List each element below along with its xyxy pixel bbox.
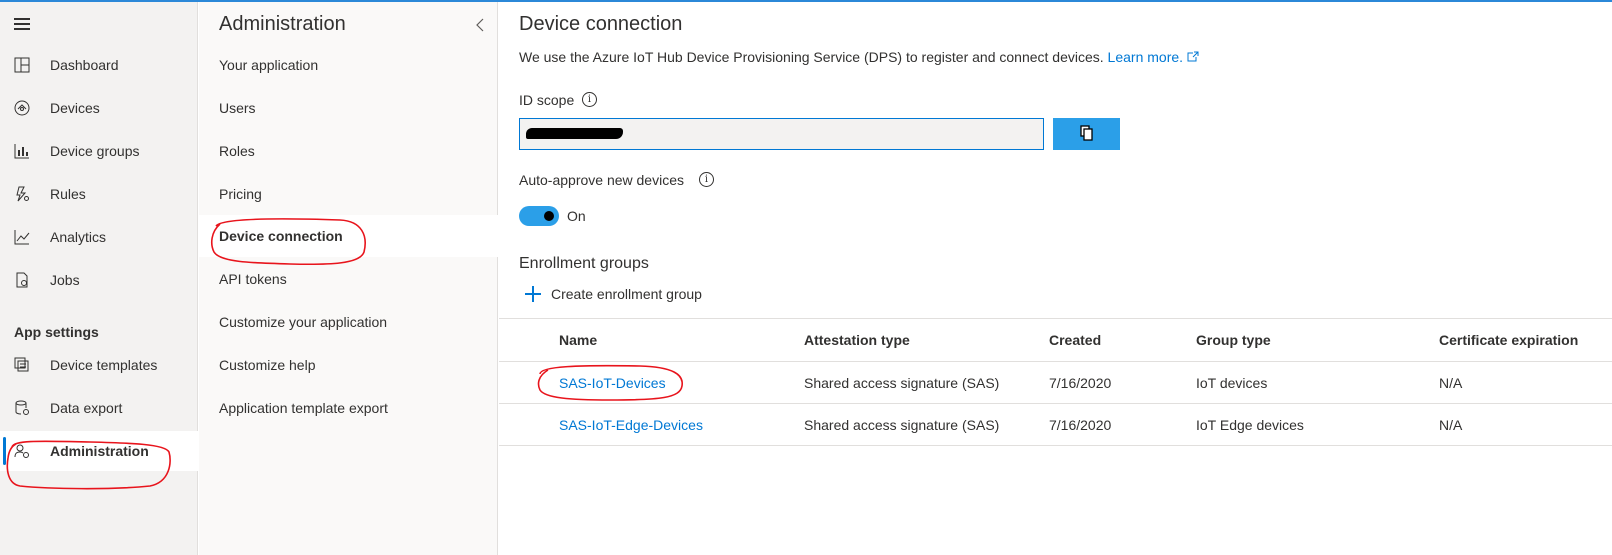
- id-scope-label: ID scope: [519, 92, 575, 108]
- nav-label: Data export: [50, 400, 123, 416]
- admin-item-customize-application[interactable]: Customize your application: [199, 301, 498, 343]
- left-nav: Dashboard Devices Device groups Rules An…: [0, 2, 198, 555]
- device-templates-icon: [13, 356, 31, 374]
- copy-button[interactable]: [1053, 118, 1120, 150]
- device-connection-page: Device connection We use the Azure IoT H…: [499, 2, 1612, 555]
- data-export-icon: [13, 399, 31, 417]
- nav-label: Jobs: [50, 272, 80, 288]
- nav-label: Dashboard: [50, 57, 119, 73]
- learn-more-link[interactable]: Learn more.: [1108, 49, 1183, 65]
- group-type-cell: IoT Edge devices: [1196, 416, 1304, 433]
- nav-item-device-groups[interactable]: Device groups: [0, 131, 198, 171]
- nav-item-dashboard[interactable]: Dashboard: [0, 45, 198, 85]
- nav-label: Rules: [50, 186, 86, 202]
- id-scope-field[interactable]: [519, 118, 1044, 150]
- admin-item-your-application[interactable]: Your application: [199, 44, 498, 86]
- admin-item-label: Customize help: [219, 357, 316, 373]
- plus-icon: [525, 286, 541, 302]
- jobs-icon: [13, 271, 31, 289]
- created-cell: 7/16/2020: [1049, 416, 1112, 433]
- enrollment-groups-title: Enrollment groups: [519, 255, 649, 272]
- page-description: We use the Azure IoT Hub Device Provisio…: [519, 49, 1199, 65]
- admin-item-label: Application template export: [219, 400, 388, 416]
- hamburger-menu-icon[interactable]: [14, 18, 30, 30]
- nav-item-device-templates[interactable]: Device templates: [0, 345, 198, 385]
- attestation-type-cell: Shared access signature (SAS): [804, 374, 1000, 391]
- toggle-knob: [544, 211, 554, 221]
- group-type-cell: IoT devices: [1196, 374, 1268, 391]
- app-settings-section-label: App settings: [14, 324, 99, 340]
- nav-item-jobs[interactable]: Jobs: [0, 260, 198, 300]
- admin-item-api-tokens[interactable]: API tokens: [199, 258, 498, 300]
- table-header-row: Name Attestation type Created Group type…: [499, 318, 1612, 362]
- admin-item-label: API tokens: [219, 271, 287, 287]
- admin-item-users[interactable]: Users: [199, 87, 498, 129]
- column-header-name[interactable]: Name: [559, 319, 597, 361]
- nav-label: Device groups: [50, 143, 140, 159]
- rules-icon: [13, 185, 31, 203]
- administration-panel: Administration Your application Users Ro…: [199, 2, 498, 555]
- create-enrollment-group-label: Create enrollment group: [551, 286, 702, 302]
- enrollment-group-link[interactable]: SAS-IoT-Devices: [559, 362, 666, 403]
- attestation-type-cell: Shared access signature (SAS): [804, 416, 1000, 433]
- enrollment-group-link[interactable]: SAS-IoT-Edge-Devices: [559, 404, 703, 445]
- nav-item-administration[interactable]: Administration: [0, 431, 198, 471]
- column-header-attestation-type[interactable]: Attestation type: [804, 319, 910, 361]
- device-groups-icon: [13, 142, 31, 160]
- admin-item-device-connection[interactable]: Device connection: [199, 215, 498, 257]
- column-header-created[interactable]: Created: [1049, 319, 1101, 361]
- admin-item-label: Customize your application: [219, 314, 388, 330]
- page-title: Device connection: [519, 13, 683, 35]
- nav-label: Device templates: [50, 357, 158, 373]
- admin-item-customize-help[interactable]: Customize help: [199, 344, 498, 386]
- admin-item-pricing[interactable]: Pricing: [199, 173, 498, 215]
- column-header-certificate-expiration[interactable]: Certificate expiration: [1439, 319, 1578, 361]
- table-row[interactable]: SAS-IoT-Devices Shared access signature …: [499, 362, 1612, 404]
- admin-item-roles[interactable]: Roles: [199, 130, 498, 172]
- admin-item-label: Roles: [219, 143, 255, 159]
- auto-approve-toggle[interactable]: [519, 206, 559, 226]
- auto-approve-label: Auto-approve new devices: [519, 172, 684, 188]
- admin-item-label: Pricing: [219, 186, 262, 202]
- table-row[interactable]: SAS-IoT-Edge-Devices Shared access signa…: [499, 404, 1612, 446]
- nav-item-rules[interactable]: Rules: [0, 174, 198, 214]
- administration-title: Administration: [219, 13, 346, 35]
- nav-label: Analytics: [50, 229, 107, 245]
- nav-item-analytics[interactable]: Analytics: [0, 217, 198, 257]
- admin-item-label: Users: [219, 100, 256, 116]
- redacted-value: [526, 128, 623, 139]
- description-text: We use the Azure IoT Hub Device Provisio…: [519, 49, 1104, 65]
- info-icon[interactable]: i: [582, 92, 597, 107]
- devices-icon: [13, 99, 31, 117]
- nav-label: Devices: [50, 100, 100, 116]
- nav-label: Administration: [50, 443, 149, 459]
- admin-item-application-template-export[interactable]: Application template export: [199, 387, 498, 429]
- analytics-icon: [13, 228, 31, 246]
- nav-item-devices[interactable]: Devices: [0, 88, 198, 128]
- created-cell: 7/16/2020: [1049, 374, 1112, 391]
- column-header-group-type[interactable]: Group type: [1196, 319, 1271, 361]
- chevron-left-icon[interactable]: [475, 18, 485, 32]
- admin-item-label: Your application: [219, 57, 319, 73]
- certificate-expiration-cell: N/A: [1439, 416, 1463, 433]
- create-enrollment-group-button[interactable]: Create enrollment group: [525, 281, 702, 307]
- admin-item-label: Device connection: [219, 228, 343, 244]
- toggle-state-label: On: [567, 208, 586, 224]
- copy-icon: [1079, 124, 1094, 144]
- enrollment-groups-table: Name Attestation type Created Group type…: [499, 318, 1612, 446]
- certificate-expiration-cell: N/A: [1439, 374, 1463, 391]
- administration-icon: [13, 442, 31, 460]
- external-link-icon: [1187, 49, 1199, 65]
- nav-item-data-export[interactable]: Data export: [0, 388, 198, 428]
- info-icon[interactable]: i: [699, 172, 714, 187]
- dashboard-icon: [13, 56, 31, 74]
